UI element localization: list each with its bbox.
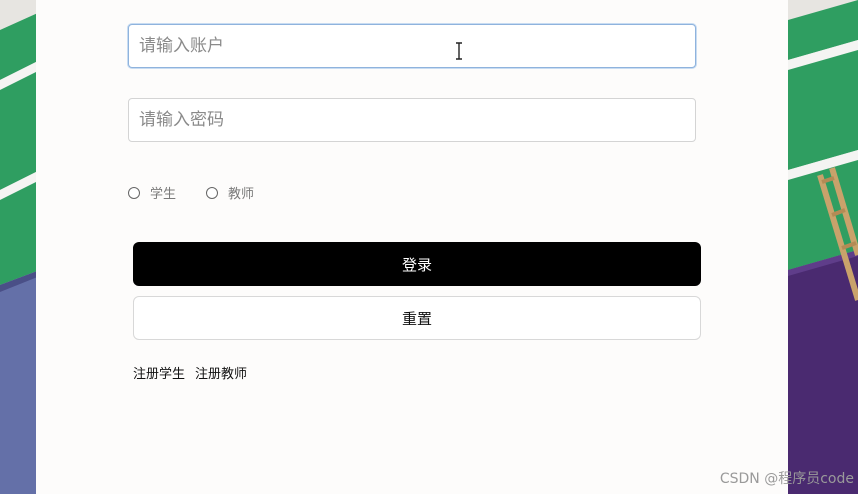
role-label-teacher: 教师 [228, 187, 255, 202]
register-links: 注册学生 注册教师 [133, 363, 257, 382]
password-input[interactable] [128, 98, 696, 142]
register-teacher-link[interactable]: 注册教师 [195, 363, 247, 382]
watermark: CSDN @程序员code [719, 471, 854, 487]
login-button[interactable]: 登录 [133, 242, 701, 286]
role-radio-group: 学生 教师 [128, 183, 284, 202]
radio-circle-icon[interactable] [128, 186, 140, 199]
register-student-link[interactable]: 注册学生 [133, 363, 185, 382]
role-radio-teacher[interactable]: 教师 [206, 183, 254, 202]
role-radio-student[interactable]: 学生 [128, 183, 176, 202]
role-label-student: 学生 [150, 187, 177, 202]
reset-button[interactable]: 重置 [133, 296, 701, 340]
radio-circle-icon[interactable] [206, 186, 219, 199]
text-cursor-icon [456, 42, 462, 60]
account-input[interactable] [128, 24, 696, 68]
